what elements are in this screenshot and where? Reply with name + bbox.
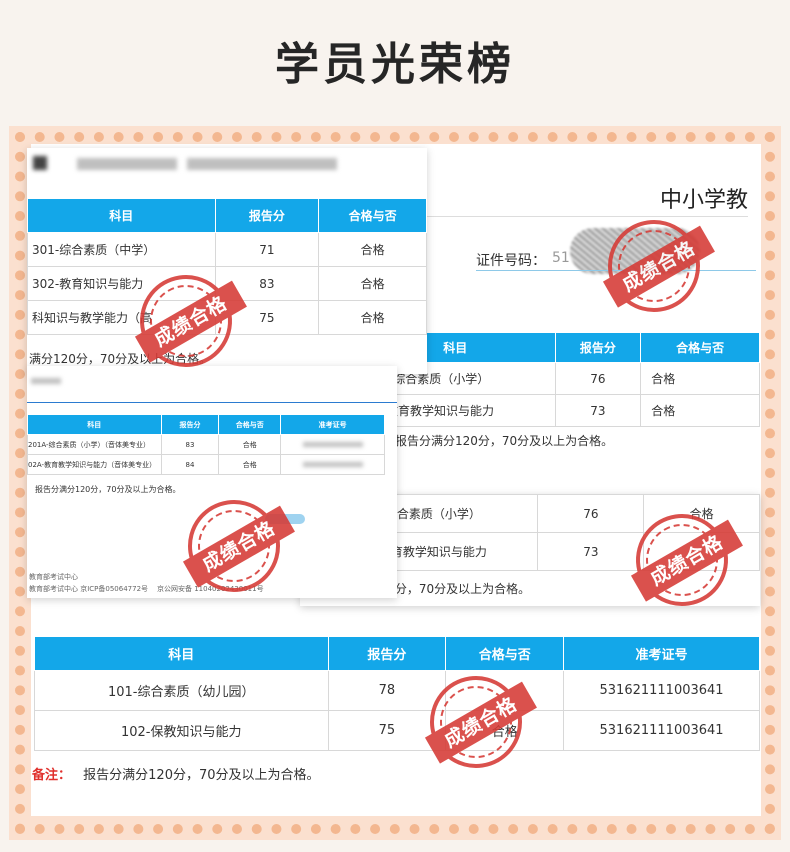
table-row: 102-保教知识与能力 75 合格 531621111003641 — [34, 710, 760, 751]
cell-score: 76 — [554, 362, 642, 395]
table-row: 101-综合素质（幼儿园） 78 531621111003641 — [34, 670, 760, 711]
header-exam-no: 准考证号 — [563, 636, 760, 671]
header-score: 报告分 — [214, 198, 320, 233]
header-pass: 合格与否 — [218, 414, 282, 435]
cell-score: 71 — [214, 232, 320, 267]
header-subject: 科目 — [34, 636, 329, 671]
cell-pass: 合格 — [218, 454, 282, 475]
table-row: 201A-综合素质（小学）（音体美专业） 83 合格 — [27, 434, 385, 455]
cell-pass: 合格 — [640, 362, 760, 395]
score-note: 报告分满分120分，70分及以上为合格。 — [35, 485, 181, 494]
cert-label: 证件号码： — [476, 253, 546, 269]
cell-exam-no — [280, 434, 385, 455]
note-text: 报告分满分120分，70分及以上为合格。 — [83, 768, 320, 783]
card-bottom: 科目 报告分 合格与否 准考证号 101-综合素质（幼儿园） 78 531621… — [32, 620, 760, 796]
cert-heading: 中小学教 — [660, 188, 749, 213]
table-row: 教育教学知识与能力 73 合格 — [355, 394, 760, 427]
cell-score: 78 — [327, 670, 447, 711]
header-pass: 合格与否 — [318, 198, 427, 233]
header-score: 报告分 — [327, 636, 447, 671]
cell-exam-no — [280, 454, 385, 475]
cell-exam-no: 531621111003641 — [563, 710, 760, 751]
blurred-header — [77, 158, 177, 170]
header-pass: 合格与否 — [640, 332, 760, 363]
cert-value: 51 — [552, 250, 570, 266]
cell-subject: 101-综合素质（幼儿园） — [34, 670, 329, 711]
divider — [27, 402, 397, 403]
footer-line-1: 教育部考试中心 — [29, 573, 78, 581]
page-title: 学员光荣榜 — [275, 39, 515, 90]
cell-score: 83 — [160, 434, 220, 455]
cell-pass: 合格 — [318, 300, 427, 335]
blurred-header — [187, 158, 337, 170]
cell-pass: 合格 — [640, 394, 760, 427]
cell-score: 73 — [537, 532, 645, 571]
cell-subject: 301-综合素质（中学） — [27, 232, 216, 267]
score-table: 科目 报告分 合格与否 准考证号 101-综合素质（幼儿园） 78 531621… — [34, 636, 760, 751]
cell-pass: 合格 — [318, 232, 427, 267]
cell-pass: 合格 — [318, 266, 427, 301]
header-score: 报告分 — [554, 332, 642, 363]
note-label: 备注： — [32, 768, 72, 783]
cell-score: 76 — [537, 494, 645, 533]
score-note: 备注： 报告分满分120分，70分及以上为合格。 — [32, 764, 320, 783]
footer-line-2: 教育部考试中心 京ICP备05064772号 — [29, 585, 149, 593]
header-exam-no: 准考证号 — [280, 414, 385, 435]
header-score: 报告分 — [160, 414, 220, 435]
cell-subject: 201A-综合素质（小学）（音体美专业） — [27, 434, 162, 455]
header-subject: 科目 — [27, 198, 216, 233]
table-row: 301-综合素质（中学） 71 合格 — [27, 232, 427, 267]
header-subject: 科目 — [27, 414, 162, 435]
cell-pass: 合格 — [218, 434, 282, 455]
score-table: 科目 报告分 合格与否 准考证号 201A-综合素质（小学）（音体美专业） 83… — [27, 414, 385, 475]
cell-subject: 02A-教育教学知识与能力（音体美专业） — [27, 454, 162, 475]
cell-exam-no: 531621111003641 — [563, 670, 760, 711]
table-row: 02A-教育教学知识与能力（音体美专业） 84 合格 — [27, 454, 385, 475]
score-note: 报告分满分120分，70分及以上为合格。 — [395, 434, 614, 448]
blurred-header — [31, 378, 61, 384]
header-pass: 合格与否 — [445, 636, 565, 671]
blurred-header — [33, 156, 47, 170]
cell-score: 73 — [554, 394, 642, 427]
cell-score: 84 — [160, 454, 220, 475]
cell-subject: 102-保教知识与能力 — [34, 710, 329, 751]
